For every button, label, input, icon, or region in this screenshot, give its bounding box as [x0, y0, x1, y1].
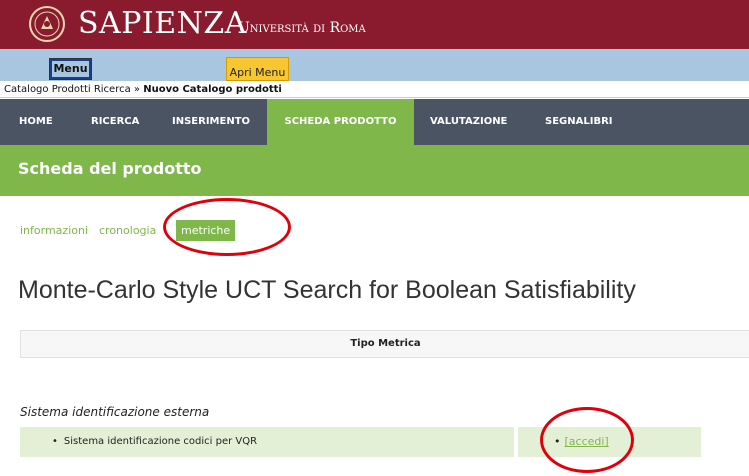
- highlight-ring-accedi: [540, 407, 634, 473]
- main-nav: HOME RICERCA INSERIMENTO SCHEDA PRODOTTO…: [0, 99, 749, 145]
- nav-item-home[interactable]: HOME: [19, 99, 53, 145]
- header-banner: SAPIENZA Università di Roma: [0, 0, 749, 49]
- nav-item-ricerca[interactable]: RICERCA: [91, 99, 139, 145]
- nav-item-valutazione[interactable]: VALUTAZIONE: [430, 99, 507, 145]
- apri-menu-button[interactable]: Apri Menu: [226, 57, 289, 81]
- breadcrumb-parent-link[interactable]: Catalogo Prodotti Ricerca: [4, 84, 131, 95]
- menu-button[interactable]: Menu: [49, 58, 92, 80]
- breadcrumb-current: Nuovo Catalogo prodotti: [143, 84, 282, 95]
- tab-informazioni[interactable]: informazioni: [20, 224, 88, 237]
- sapienza-crest-icon: [29, 6, 65, 42]
- breadcrumb-divider: [0, 97, 749, 98]
- nav-item-scheda-prodotto[interactable]: SCHEDA PRODOTTO: [267, 99, 414, 145]
- metric-row-label-cell: • Sistema identificazione codici per VQR: [20, 427, 514, 457]
- metric-section-label: Sistema identificazione esterna: [20, 405, 210, 419]
- nav-item-inserimento[interactable]: INSERIMENTO: [172, 99, 250, 145]
- product-title: Monte-Carlo Style UCT Search for Boolean…: [18, 276, 636, 304]
- nav-item-segnalibri[interactable]: SEGNALIBRI: [545, 99, 613, 145]
- metric-row-label: Sistema identificazione codici per VQR: [63, 436, 258, 447]
- tab-cronologia[interactable]: cronologia: [99, 224, 156, 237]
- metric-table-header: Tipo Metrica: [20, 330, 749, 358]
- menu-bar: Menu Apri Menu: [0, 49, 749, 81]
- brand-name: SAPIENZA: [78, 6, 247, 41]
- brand-subtitle: Università di Roma: [238, 20, 366, 36]
- highlight-ring-tab: [163, 198, 291, 256]
- breadcrumb: Catalogo Prodotti Ricerca » Nuovo Catalo…: [4, 84, 282, 95]
- bullet-icon: •: [52, 436, 58, 447]
- breadcrumb-separator: »: [133, 84, 141, 95]
- section-title: Scheda del prodotto: [18, 159, 202, 178]
- section-title-band: Scheda del prodotto: [0, 145, 749, 196]
